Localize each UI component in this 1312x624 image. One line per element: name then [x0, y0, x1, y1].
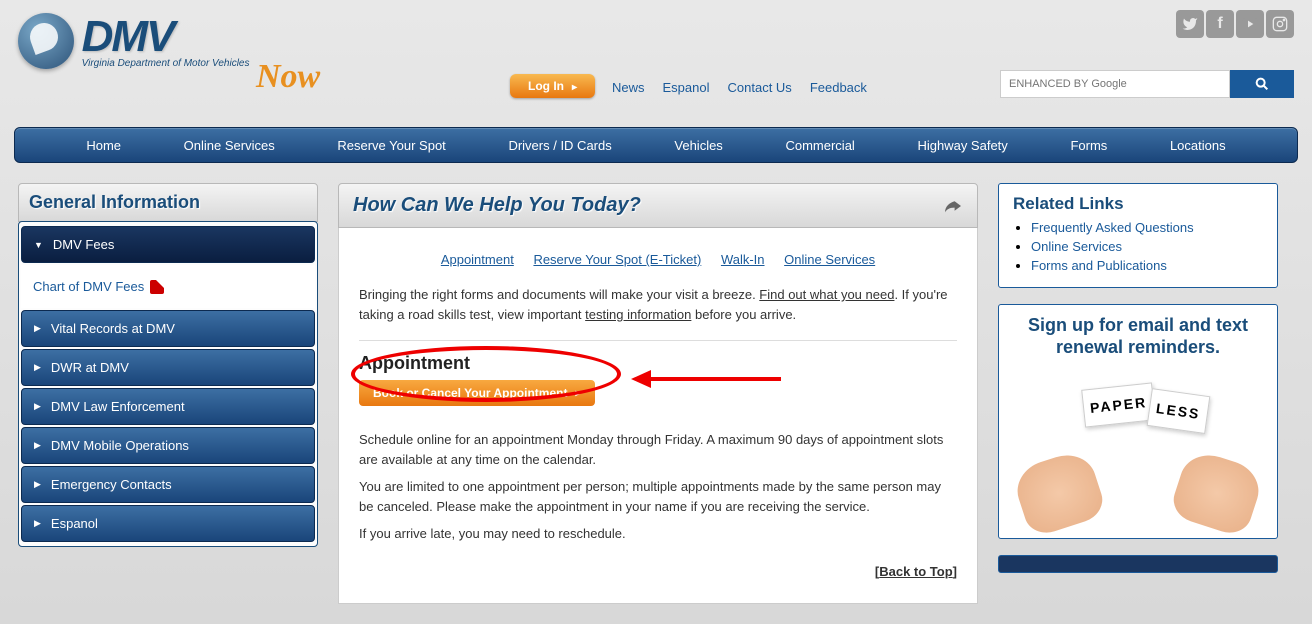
nav-news[interactable]: News [612, 80, 645, 95]
nav-commercial[interactable]: Commercial [785, 138, 854, 153]
appointment-para-3: If you arrive late, you may need to resc… [359, 524, 957, 544]
book-cancel-appointment-button[interactable]: Book or Cancel Your Appointment [359, 380, 595, 406]
sidebar-item-label: Vital Records at DMV [51, 321, 175, 336]
chevron-right-icon: ▶ [34, 401, 41, 412]
header: DMV Virginia Department of Motor Vehicle… [0, 0, 1312, 117]
nav-vehicles[interactable]: Vehicles [674, 138, 722, 153]
tab-online-services[interactable]: Online Services [784, 252, 875, 267]
sidebar-item-dmv-fees[interactable]: ▼ DMV Fees [21, 226, 315, 263]
nav-locations[interactable]: Locations [1170, 138, 1226, 153]
main-body: Appointment Reserve Your Spot (E-Ticket)… [338, 228, 978, 604]
hand-left-icon [1010, 448, 1108, 539]
appointment-para-2: You are limited to one appointment per p… [359, 477, 957, 516]
share-icon[interactable] [943, 198, 963, 214]
search-area [1000, 70, 1294, 98]
paperless-graphic: PAPER LESS [1007, 378, 1269, 528]
nav-espanol[interactable]: Espanol [663, 80, 710, 95]
related-link-faq[interactable]: Frequently Asked Questions [1031, 220, 1194, 235]
tab-reserve-spot[interactable]: Reserve Your Spot (E-Ticket) [533, 252, 701, 267]
search-button[interactable] [1230, 70, 1294, 98]
sidebar-item-vital-records[interactable]: ▶ Vital Records at DMV [21, 310, 315, 347]
facebook-icon[interactable]: f [1206, 10, 1234, 38]
nav-feedback[interactable]: Feedback [810, 80, 867, 95]
nav-online-services[interactable]: Online Services [184, 138, 275, 153]
tab-walkin[interactable]: Walk-In [721, 252, 765, 267]
social-icons: f [1176, 10, 1294, 38]
intro-text: Bringing the right forms and documents w… [359, 285, 957, 324]
sidebar-item-emergency[interactable]: ▶ Emergency Contacts [21, 466, 315, 503]
sidebar-item-label: DWR at DMV [51, 360, 129, 375]
logo-tagline: Virginia Department of Motor Vehicles [82, 58, 250, 69]
sidebar-item-label: DMV Mobile Operations [51, 438, 189, 453]
back-to-top-link[interactable]: [Back to Top] [875, 564, 957, 579]
chevron-down-icon: ▼ [34, 240, 43, 250]
chevron-right-icon: ▶ [34, 518, 41, 529]
pdf-icon [150, 280, 164, 294]
promo-secondary[interactable] [998, 555, 1278, 573]
related-links-box: Related Links Frequently Asked Questions… [998, 183, 1278, 288]
top-links: News Espanol Contact Us Feedback [612, 80, 867, 95]
related-link-forms[interactable]: Forms and Publications [1031, 258, 1167, 273]
nav-contact[interactable]: Contact Us [728, 80, 792, 95]
nav-reserve-spot[interactable]: Reserve Your Spot [337, 138, 445, 153]
related-link-online[interactable]: Online Services [1031, 239, 1122, 254]
chevron-right-icon: ▶ [34, 440, 41, 451]
logo-main-text: DMV [82, 12, 250, 62]
nav-highway-safety[interactable]: Highway Safety [917, 138, 1007, 153]
sidebar-sub-chart-fees[interactable]: Chart of DMV Fees [21, 265, 315, 308]
paper-right-icon: LESS [1147, 388, 1210, 434]
highlighted-button-wrap: Book or Cancel Your Appointment [359, 380, 595, 406]
promo-title: Sign up for email and textrenewal remind… [1007, 315, 1269, 358]
sidebar-box: ▼ DMV Fees Chart of DMV Fees ▶ Vital Reco… [18, 221, 318, 547]
sidebar-sub-label: Chart of DMV Fees [33, 279, 144, 294]
link-testing-info[interactable]: testing information [585, 307, 691, 322]
page-title: How Can We Help You Today? [353, 194, 641, 217]
main-header: How Can We Help You Today? [338, 183, 978, 228]
section-tabs: Appointment Reserve Your Spot (E-Ticket)… [359, 252, 957, 267]
sidebar-item-dwr[interactable]: ▶ DWR at DMV [21, 349, 315, 386]
sidebar-item-label: DMV Law Enforcement [51, 399, 185, 414]
chevron-right-icon: ▶ [34, 323, 41, 334]
nav-home[interactable]: Home [86, 138, 121, 153]
search-icon [1254, 76, 1270, 92]
sidebar-title: General Information [18, 183, 318, 222]
promo-paperless[interactable]: Sign up for email and textrenewal remind… [998, 304, 1278, 539]
nav-forms[interactable]: Forms [1070, 138, 1107, 153]
section-heading-appointment: Appointment [359, 353, 957, 374]
twitter-icon[interactable] [1176, 10, 1204, 38]
search-input[interactable] [1000, 70, 1230, 98]
logo-swoosh-icon [18, 13, 74, 69]
logo-accent-text: Now [256, 58, 320, 96]
sidebar-item-label: Espanol [51, 516, 98, 531]
nav-drivers-id[interactable]: Drivers / ID Cards [508, 138, 611, 153]
chevron-right-icon: ▶ [34, 479, 41, 490]
sidebar-item-law-enforcement[interactable]: ▶ DMV Law Enforcement [21, 388, 315, 425]
appointment-para-1: Schedule online for an appointment Monda… [359, 430, 957, 469]
content: General Information ▼ DMV Fees Chart of … [0, 163, 1312, 624]
chevron-right-icon: ▶ [34, 362, 41, 373]
sidebar-column: General Information ▼ DMV Fees Chart of … [18, 183, 318, 604]
main-column: How Can We Help You Today? Appointment R… [338, 183, 978, 604]
instagram-icon[interactable] [1266, 10, 1294, 38]
main-nav: Home Online Services Reserve Your Spot D… [14, 127, 1298, 163]
sidebar-item-label: DMV Fees [53, 237, 114, 252]
login-button[interactable]: Log In [510, 74, 595, 98]
tab-appointment[interactable]: Appointment [441, 252, 514, 267]
paper-left-icon: PAPER [1081, 383, 1156, 428]
sidebar-item-mobile-ops[interactable]: ▶ DMV Mobile Operations [21, 427, 315, 464]
sidebar-item-label: Emergency Contacts [51, 477, 172, 492]
related-links-title: Related Links [1013, 194, 1263, 214]
link-find-out[interactable]: Find out what you need [759, 287, 894, 302]
divider [359, 340, 957, 341]
logo[interactable]: DMV Virginia Department of Motor Vehicle… [18, 12, 318, 102]
hand-right-icon [1168, 448, 1266, 539]
sidebar-item-espanol[interactable]: ▶ Espanol [21, 505, 315, 542]
youtube-icon[interactable] [1236, 10, 1264, 38]
aside-column: Related Links Frequently Asked Questions… [998, 183, 1278, 604]
